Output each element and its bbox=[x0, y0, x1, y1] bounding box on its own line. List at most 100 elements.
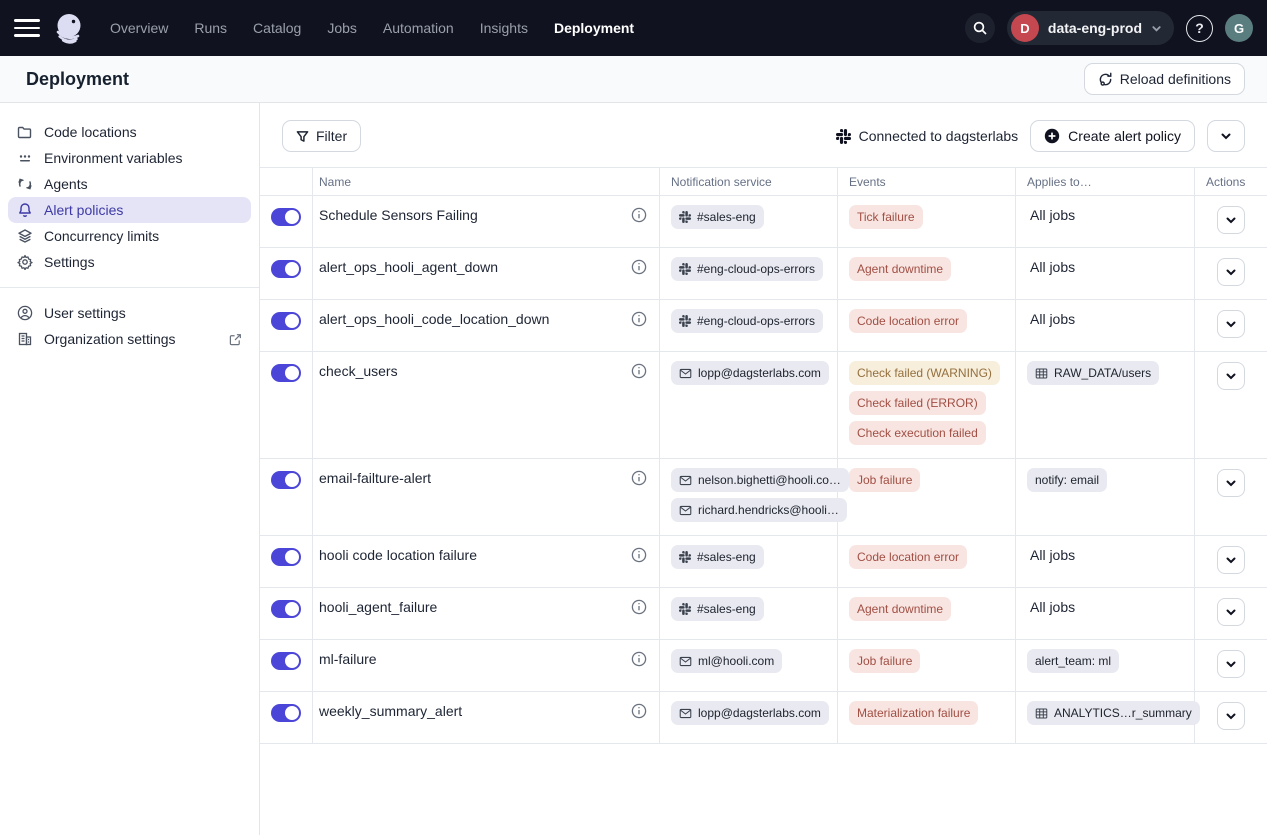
row-actions-button[interactable] bbox=[1217, 362, 1245, 390]
sidebar: Code locationsEnvironment variablesAgent… bbox=[0, 103, 260, 835]
row-actions-button[interactable] bbox=[1217, 546, 1245, 574]
create-alert-policy-button[interactable]: Create alert policy bbox=[1030, 120, 1195, 152]
column-header-name: Name bbox=[313, 168, 660, 195]
applies-to-text: All jobs bbox=[1027, 257, 1075, 278]
hamburger-menu-icon[interactable] bbox=[14, 15, 40, 41]
event-badge: Job failure bbox=[849, 468, 920, 492]
table-row: ml-failureml@hooli.comJob failurealert_t… bbox=[260, 640, 1267, 692]
filter-funnel-icon bbox=[296, 130, 309, 143]
policy-enabled-toggle[interactable] bbox=[271, 312, 301, 330]
info-icon[interactable] bbox=[631, 651, 647, 667]
row-actions-button[interactable] bbox=[1217, 598, 1245, 626]
email-icon bbox=[679, 474, 692, 487]
dagster-logo-icon[interactable] bbox=[50, 9, 88, 47]
policy-enabled-toggle[interactable] bbox=[271, 260, 301, 278]
notification-badge: #sales-eng bbox=[671, 545, 764, 569]
email-icon bbox=[679, 504, 692, 517]
nav-item-jobs[interactable]: Jobs bbox=[327, 20, 357, 36]
notification-badge: richard.hendricks@hooli… bbox=[671, 498, 847, 522]
nav-item-deployment[interactable]: Deployment bbox=[554, 20, 634, 36]
event-badge: Agent downtime bbox=[849, 597, 951, 621]
table-row: check_userslopp@dagsterlabs.comCheck fai… bbox=[260, 352, 1267, 459]
info-icon[interactable] bbox=[631, 470, 647, 486]
sidebar-item-agents[interactable]: Agents bbox=[8, 171, 251, 197]
email-icon bbox=[679, 367, 692, 380]
nav-item-runs[interactable]: Runs bbox=[194, 20, 227, 36]
sidebar-divider bbox=[0, 287, 259, 288]
more-actions-caret-button[interactable] bbox=[1207, 120, 1245, 152]
info-icon[interactable] bbox=[631, 207, 647, 223]
policy-enabled-toggle[interactable] bbox=[271, 548, 301, 566]
sidebar-item-environment-variables[interactable]: Environment variables bbox=[8, 145, 251, 171]
table-row: alert_ops_hooli_code_location_down#eng-c… bbox=[260, 300, 1267, 352]
policy-name: hooli_agent_failure bbox=[319, 597, 437, 618]
toolbar: Filter Connected to dagsterlabs Create a… bbox=[260, 103, 1267, 152]
info-icon[interactable] bbox=[631, 599, 647, 615]
info-icon[interactable] bbox=[631, 363, 647, 379]
sidebar-item-alert-policies[interactable]: Alert policies bbox=[8, 197, 251, 223]
reload-definitions-button[interactable]: Reload definitions bbox=[1084, 63, 1245, 95]
sidebar-item-settings[interactable]: Settings bbox=[8, 249, 251, 275]
row-actions-button[interactable] bbox=[1217, 650, 1245, 678]
nav-item-insights[interactable]: Insights bbox=[480, 20, 528, 36]
event-badge: Tick failure bbox=[849, 205, 923, 229]
sidebar-item-organization-settings[interactable]: Organization settings bbox=[8, 326, 251, 352]
applies-to-badge: ANALYTICS…r_summary bbox=[1027, 701, 1200, 725]
applies-to-label: notify: email bbox=[1035, 473, 1099, 487]
info-icon[interactable] bbox=[631, 547, 647, 563]
notification-badge: #sales-eng bbox=[671, 205, 764, 229]
policy-name: alert_ops_hooli_agent_down bbox=[319, 257, 498, 278]
policy-name: hooli code location failure bbox=[319, 545, 477, 566]
nav-item-catalog[interactable]: Catalog bbox=[253, 20, 301, 36]
plus-circle-icon bbox=[1044, 128, 1060, 144]
row-actions-button[interactable] bbox=[1217, 702, 1245, 730]
policy-enabled-toggle[interactable] bbox=[271, 652, 301, 670]
row-actions-button[interactable] bbox=[1217, 310, 1245, 338]
deployment-avatar: D bbox=[1011, 14, 1039, 42]
policy-enabled-toggle[interactable] bbox=[271, 600, 301, 618]
row-actions-button[interactable] bbox=[1217, 258, 1245, 286]
notification-target: ml@hooli.com bbox=[698, 654, 774, 668]
row-actions-button[interactable] bbox=[1217, 469, 1245, 497]
policy-enabled-toggle[interactable] bbox=[271, 364, 301, 382]
external-link-icon bbox=[229, 333, 242, 346]
gear-icon bbox=[17, 254, 33, 270]
search-icon[interactable] bbox=[965, 13, 995, 43]
policy-enabled-toggle[interactable] bbox=[271, 471, 301, 489]
sidebar-item-label: Concurrency limits bbox=[44, 228, 159, 244]
info-icon[interactable] bbox=[631, 703, 647, 719]
layers-icon bbox=[17, 228, 33, 244]
chevron-down-icon bbox=[1220, 130, 1232, 142]
slack-icon bbox=[679, 603, 691, 615]
sidebar-item-code-locations[interactable]: Code locations bbox=[8, 119, 251, 145]
nav-item-automation[interactable]: Automation bbox=[383, 20, 454, 36]
info-icon[interactable] bbox=[631, 259, 647, 275]
folder-icon bbox=[17, 124, 33, 140]
email-icon bbox=[679, 707, 692, 720]
sidebar-item-concurrency-limits[interactable]: Concurrency limits bbox=[8, 223, 251, 249]
event-badge: Check failed (WARNING) bbox=[849, 361, 1000, 385]
table-row: alert_ops_hooli_agent_down#eng-cloud-ops… bbox=[260, 248, 1267, 300]
policy-enabled-toggle[interactable] bbox=[271, 208, 301, 226]
chevron-down-icon bbox=[1151, 23, 1162, 34]
policy-enabled-toggle[interactable] bbox=[271, 704, 301, 722]
applies-to-text: All jobs bbox=[1027, 309, 1075, 330]
deployment-switcher[interactable]: D data-eng-prod bbox=[1007, 11, 1174, 45]
sidebar-item-user-settings[interactable]: User settings bbox=[8, 300, 251, 326]
notification-target: nelson.bighetti@hooli.co… bbox=[698, 473, 841, 487]
user-avatar[interactable]: G bbox=[1225, 14, 1253, 42]
notification-target: richard.hendricks@hooli… bbox=[698, 503, 839, 517]
row-actions-button[interactable] bbox=[1217, 206, 1245, 234]
applies-to-label: alert_team: ml bbox=[1035, 654, 1111, 668]
nav-item-overview[interactable]: Overview bbox=[110, 20, 168, 36]
slack-icon bbox=[679, 315, 691, 327]
info-icon[interactable] bbox=[631, 311, 647, 327]
table-icon bbox=[1035, 707, 1048, 720]
slack-icon bbox=[679, 551, 691, 563]
page-header: Deployment Reload definitions bbox=[0, 56, 1267, 103]
filter-button[interactable]: Filter bbox=[282, 120, 361, 152]
event-badge: Check failed (ERROR) bbox=[849, 391, 986, 415]
help-icon[interactable]: ? bbox=[1186, 15, 1213, 42]
policy-name: ml-failure bbox=[319, 649, 377, 670]
sidebar-item-label: Settings bbox=[44, 254, 95, 270]
